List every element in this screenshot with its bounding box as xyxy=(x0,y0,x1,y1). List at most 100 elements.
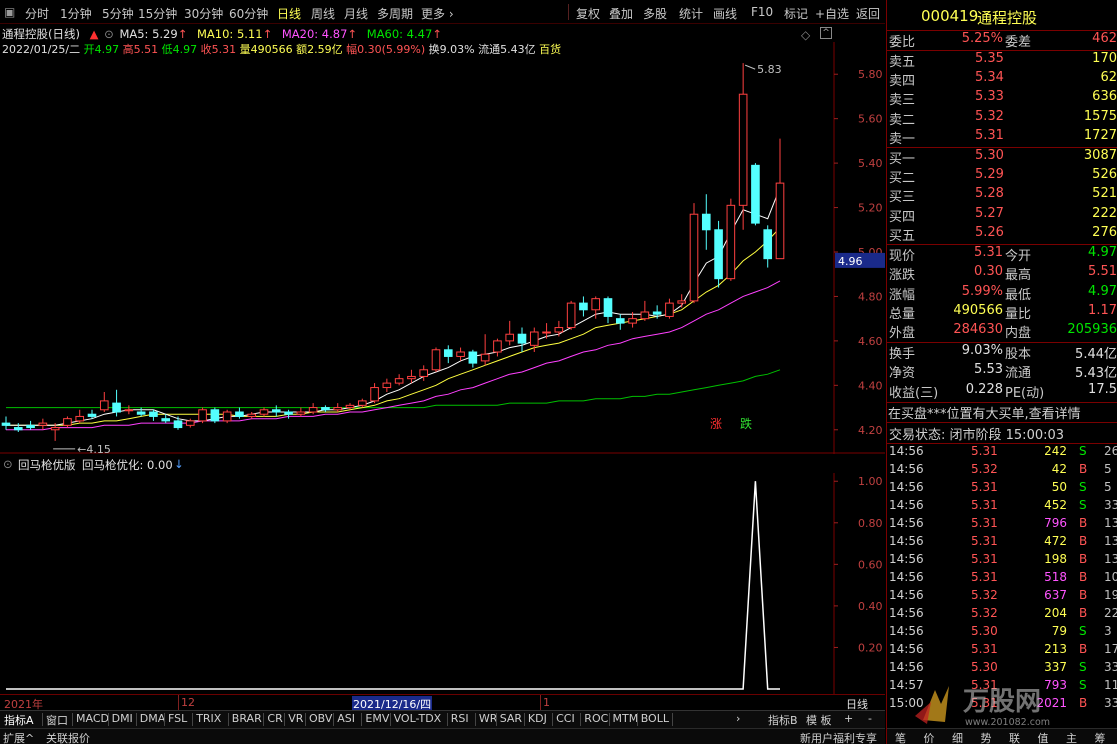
candle-body[interactable] xyxy=(517,333,527,344)
indicator-tab[interactable]: VOL-TDX xyxy=(392,712,444,725)
candle-body[interactable] xyxy=(112,402,121,413)
candle-body[interactable] xyxy=(161,418,171,422)
candle-body[interactable] xyxy=(149,411,158,417)
candle-body[interactable] xyxy=(701,213,711,231)
indicator-tab[interactable]: BOLL xyxy=(639,712,671,725)
panel-tab[interactable]: 主 xyxy=(1066,730,1077,744)
tab-more[interactable]: 更多 › xyxy=(421,5,454,22)
bid-row[interactable]: 买四 5.27 222 xyxy=(887,206,1117,225)
indicator-tab[interactable]: BRAR xyxy=(230,712,264,725)
add-watchlist-button[interactable]: +自选 xyxy=(815,5,849,22)
ask-row[interactable]: 卖二 5.32 1575 xyxy=(887,109,1117,128)
candle-body[interactable] xyxy=(640,311,650,320)
panel-tab[interactable]: 价 xyxy=(924,730,935,744)
candle-body[interactable] xyxy=(738,93,748,206)
candle-body[interactable] xyxy=(345,404,355,409)
tab-daily[interactable]: 日线 xyxy=(277,5,301,22)
candle-body[interactable] xyxy=(542,331,551,334)
ask-row[interactable]: 卖四 5.34 62 xyxy=(887,70,1117,89)
candle-body[interactable] xyxy=(222,411,232,422)
candle-body[interactable] xyxy=(235,411,244,417)
indicator-tab[interactable]: CR xyxy=(265,712,284,725)
panel-tab[interactable]: 联 xyxy=(1009,730,1020,744)
indicator-tab[interactable]: KDJ xyxy=(526,712,549,725)
indicator-tab[interactable]: EMV xyxy=(363,712,391,725)
settings-circle-icon[interactable]: ⊙ xyxy=(104,27,114,41)
ask-row[interactable]: 卖五 5.35 170 xyxy=(887,51,1117,70)
candle-body[interactable] xyxy=(1,422,11,426)
candle-body[interactable] xyxy=(185,420,195,426)
candle-body[interactable] xyxy=(247,413,257,417)
candle-body[interactable] xyxy=(431,349,441,371)
tab-15min[interactable]: 15分钟 xyxy=(138,5,177,22)
candle-body[interactable] xyxy=(529,331,539,346)
candle-body[interactable] xyxy=(775,182,785,260)
diamond-icon[interactable]: ◇ xyxy=(801,28,810,42)
indicator-tab[interactable]: DMA xyxy=(138,712,168,725)
candle-body[interactable] xyxy=(615,318,625,324)
price-chart[interactable]: 5.805.605.405.205.004.804.604.404.204.96… xyxy=(0,42,885,454)
candle-body[interactable] xyxy=(382,382,392,389)
candle-body[interactable] xyxy=(726,204,736,280)
candle-body[interactable] xyxy=(296,411,306,415)
tab-fenshi[interactable]: 分时 xyxy=(25,5,49,22)
settings-circle-icon[interactable]: ⊙ xyxy=(3,457,13,471)
indicator-tab[interactable]: MACD xyxy=(74,712,111,725)
candle-body[interactable] xyxy=(271,409,281,413)
candle-body[interactable] xyxy=(394,378,404,384)
ask-row[interactable]: 卖一 5.31 1727 xyxy=(887,128,1117,147)
tab-1min[interactable]: 1分钟 xyxy=(60,5,92,22)
f10-button[interactable]: F10 xyxy=(751,5,773,19)
candle-body[interactable] xyxy=(505,333,515,342)
stats-button[interactable]: 统计 xyxy=(679,5,703,22)
indicator-tab[interactable]: VR xyxy=(286,712,305,725)
overlay-button[interactable]: 叠加 xyxy=(609,5,633,22)
candle-body[interactable] xyxy=(124,409,134,412)
candle-body[interactable] xyxy=(63,418,72,426)
candle-body[interactable] xyxy=(13,427,23,431)
tab-monthly[interactable]: 月线 xyxy=(344,5,368,22)
candle-body[interactable] xyxy=(173,420,183,429)
indicator-tab[interactable]: OBV xyxy=(307,712,334,725)
candle-body[interactable] xyxy=(75,415,85,422)
candle-body[interactable] xyxy=(493,340,502,353)
candle-body[interactable] xyxy=(603,298,613,317)
indicator-tab[interactable]: DMI xyxy=(110,712,135,725)
candle-body[interactable] xyxy=(333,407,343,411)
tab-60min[interactable]: 60分钟 xyxy=(229,5,268,22)
related-quote-button[interactable]: 关联报价 xyxy=(46,730,90,744)
expand-button[interactable]: 扩展^ xyxy=(3,730,34,744)
toolbar-menu-icon[interactable]: ▣ xyxy=(4,5,15,19)
candle-body[interactable] xyxy=(677,300,687,304)
candle-body[interactable] xyxy=(456,351,465,357)
candle-body[interactable] xyxy=(751,164,760,224)
candle-body[interactable] xyxy=(50,427,60,431)
bid-row[interactable]: 买三 5.28 521 xyxy=(887,186,1117,205)
tab-30min[interactable]: 30分钟 xyxy=(184,5,223,22)
candle-body[interactable] xyxy=(665,302,674,317)
indicator-tab[interactable]: 指标A xyxy=(2,712,36,728)
candle-body[interactable] xyxy=(689,213,699,302)
panel-tab[interactable]: 笔 xyxy=(895,730,906,744)
indicator-tab[interactable]: CCI xyxy=(554,712,577,725)
panel-tab[interactable]: 筹 xyxy=(1095,730,1106,744)
candle-body[interactable] xyxy=(407,375,416,380)
indicator-tab[interactable]: TRIX xyxy=(194,712,223,725)
candle-body[interactable] xyxy=(591,298,601,311)
tab-5min[interactable]: 5分钟 xyxy=(102,5,134,22)
multi-stock-button[interactable]: 多股 xyxy=(643,5,667,22)
bid-row[interactable]: 买一 5.30 3087 xyxy=(887,148,1117,167)
candle-body[interactable] xyxy=(198,409,207,422)
sub-indicator-chart[interactable]: 1.00 0.80 0.60 0.40 0.20 xyxy=(0,473,885,695)
indicator-tab[interactable]: FSL xyxy=(166,712,189,725)
chevron-right-icon[interactable]: › xyxy=(734,712,742,725)
tab-multi-period[interactable]: 多周期 xyxy=(377,5,413,22)
indicator-right-tab[interactable]: 模 板 xyxy=(804,712,834,728)
candle-body[interactable] xyxy=(566,302,576,329)
indicator-tab[interactable]: SAR xyxy=(498,712,524,725)
big-order-notice[interactable]: 在买盘***位置有大买单,查看详情 xyxy=(888,403,1117,422)
indicator-tab[interactable]: ROC xyxy=(582,712,610,725)
indicator-right-tab[interactable]: 指标B xyxy=(766,712,800,728)
panel-tab[interactable]: 值 xyxy=(1038,730,1049,744)
candle-body[interactable] xyxy=(763,229,773,260)
